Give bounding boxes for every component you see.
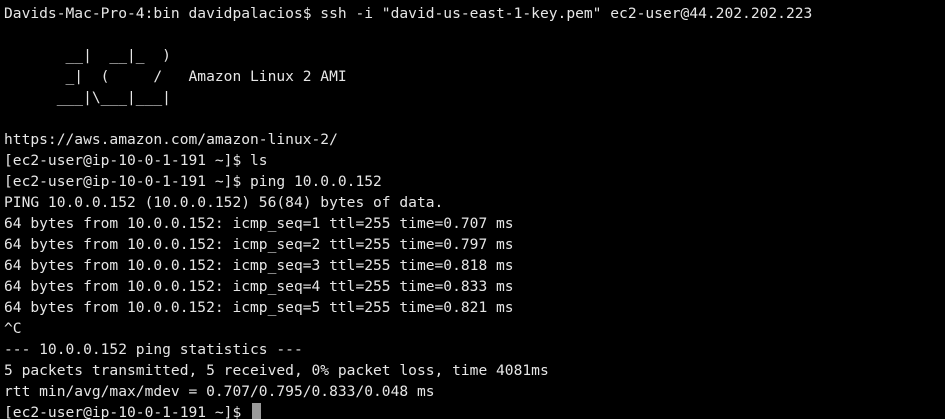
terminal-line: 5 packets transmitted, 5 received, 0% pa…: [4, 362, 549, 379]
terminal-line: https://aws.amazon.com/amazon-linux-2/: [4, 131, 338, 148]
text-cursor: [252, 403, 262, 419]
terminal-line: 64 bytes from 10.0.0.152: icmp_seq=3 ttl…: [4, 257, 514, 274]
terminal-line: [ec2-user@ip-10-0-1-191 ~]$ ping 10.0.0.…: [4, 173, 382, 190]
terminal-prompt-line[interactable]: [ec2-user@ip-10-0-1-191 ~]$: [4, 402, 945, 419]
terminal-line: ^C: [4, 320, 22, 337]
terminal-line: 64 bytes from 10.0.0.152: icmp_seq=2 ttl…: [4, 236, 514, 253]
terminal-line: 64 bytes from 10.0.0.152: icmp_seq=5 ttl…: [4, 299, 514, 316]
terminal-line: [ec2-user@ip-10-0-1-191 ~]$ ls: [4, 152, 268, 169]
terminal-window[interactable]: Davids-Mac-Pro-4:bin davidpalacios$ ssh …: [0, 0, 945, 419]
terminal-line: ___|\___|___|: [4, 89, 171, 106]
terminal-line: rtt min/avg/max/mdev = 0.707/0.795/0.833…: [4, 383, 435, 400]
terminal-line: 64 bytes from 10.0.0.152: icmp_seq=4 ttl…: [4, 278, 514, 295]
terminal-line: Davids-Mac-Pro-4:bin davidpalacios$ ssh …: [4, 5, 813, 22]
terminal-line: 64 bytes from 10.0.0.152: icmp_seq=1 ttl…: [4, 215, 514, 232]
terminal-line: --- 10.0.0.152 ping statistics ---: [4, 341, 303, 358]
terminal-line: PING 10.0.0.152 (10.0.0.152) 56(84) byte…: [4, 194, 444, 211]
terminal-line: __| __|_ ): [4, 47, 171, 64]
terminal-line: _| ( / Amazon Linux 2 AMI: [4, 68, 347, 85]
terminal-prompt: [ec2-user@ip-10-0-1-191 ~]$: [4, 404, 251, 419]
